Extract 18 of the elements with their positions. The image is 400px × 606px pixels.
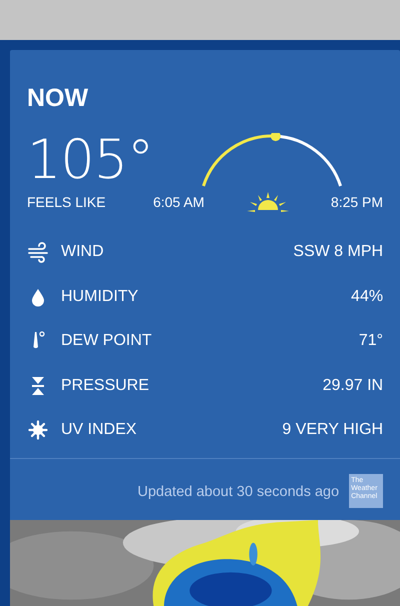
condition-label: HUMIDITY <box>61 288 138 306</box>
feels-like-label: FEELS LIKE <box>27 193 107 212</box>
condition-label: PRESSURE <box>61 376 150 395</box>
sunrise-time: 6:05 AM <box>153 193 204 212</box>
condition-label: WIND <box>61 243 104 262</box>
wind-icon <box>27 241 49 264</box>
condition-label: DEW POINT <box>61 332 152 350</box>
card-title: NOW <box>26 83 90 113</box>
temperature: 105° <box>27 130 154 190</box>
sunset-time: 8:25 PM <box>330 193 384 212</box>
condition-value: SSW 8 MPH <box>293 243 384 262</box>
condition-value: 9 VERY HIGH <box>282 421 384 440</box>
updated-text: Updated about 30 seconds ago <box>138 484 340 500</box>
sun-icon <box>27 419 49 442</box>
condition-value: 71° <box>358 332 384 350</box>
condition-value: 29.97 IN <box>322 376 384 395</box>
condition-label: UV INDEX <box>61 421 137 440</box>
condition-value: 44% <box>351 288 384 306</box>
